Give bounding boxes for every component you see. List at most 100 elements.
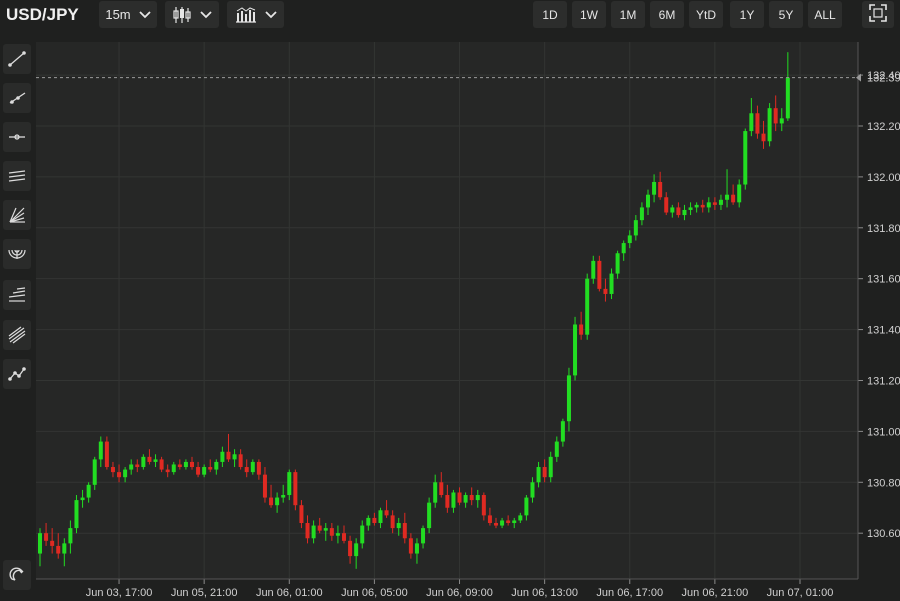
candle-body: [573, 324, 578, 376]
candle-body: [323, 528, 328, 531]
candle-body: [700, 204, 705, 208]
candle-body: [664, 197, 669, 213]
candle-body: [518, 515, 523, 521]
candle-body: [68, 528, 73, 544]
y-tick-label: 131.20: [867, 375, 900, 387]
candle-body: [779, 118, 784, 124]
x-tick-label: Jun 03, 17:00: [86, 587, 153, 599]
candle-body: [500, 520, 505, 526]
candle-body: [311, 525, 316, 539]
candle-body: [220, 451, 225, 462]
candle-body: [652, 181, 657, 195]
candle-body: [56, 545, 61, 554]
candle-body: [633, 220, 638, 236]
candle-body: [183, 461, 188, 468]
symbol-title: USD/JPY: [6, 5, 79, 24]
candle-body: [402, 523, 407, 539]
x-tick-label: Jun 05, 21:00: [171, 587, 238, 599]
candle-body: [190, 461, 194, 468]
candle-body: [98, 441, 103, 460]
y-tick-label: 131.00: [867, 426, 900, 438]
candle-body: [214, 461, 219, 470]
candle-body: [135, 464, 140, 468]
chevron-down-icon: [264, 10, 277, 19]
candle-body: [196, 467, 201, 475]
candle-body: [445, 495, 450, 508]
candle-body: [761, 133, 766, 142]
range-button-5y[interactable]: 5Y: [769, 1, 803, 28]
x-tick-label: Jun 06, 09:00: [426, 587, 493, 599]
candle-body: [62, 543, 67, 554]
pitchfork-tool[interactable]: [3, 320, 31, 350]
y-tick-label: 132.20: [867, 121, 900, 133]
range-button-6m[interactable]: 6M: [650, 1, 684, 28]
drawing-tools-sidebar: [0, 34, 36, 601]
candle-body: [281, 495, 286, 498]
candle-body: [676, 207, 681, 216]
candle-body: [767, 108, 772, 142]
chart-type-dropdown[interactable]: [165, 1, 219, 28]
price-chart[interactable]: 130.60 130.80 131.00 131.20 131.40 131.60 131.…: [36, 42, 900, 601]
ray-tool[interactable]: [3, 83, 31, 113]
candle-body: [44, 533, 49, 541]
candle-body: [269, 497, 274, 506]
range-button-ytd[interactable]: YtD: [689, 1, 723, 28]
candle-body: [585, 278, 590, 335]
candle-body: [141, 456, 146, 468]
candle-body: [469, 495, 474, 501]
path-icon: [7, 364, 27, 384]
candle-body: [372, 517, 377, 524]
horizontal-line-tool[interactable]: [3, 122, 31, 152]
candle: [767, 103, 772, 147]
top-toolbar: USD/JPY 15m 1D 1W 1M 6M YtD 1Y 5Y ALL: [0, 0, 900, 34]
x-tick-label: Jun 06, 01:00: [256, 587, 323, 599]
ray-icon: [7, 88, 27, 108]
indicators-dropdown[interactable]: [227, 1, 284, 28]
range-button-1y[interactable]: 1Y: [730, 1, 764, 28]
parallel-channel-tool[interactable]: [3, 161, 31, 191]
fib-retracement-tool[interactable]: [3, 280, 31, 310]
path-tool[interactable]: [3, 359, 31, 389]
parallel-channel-icon: [7, 166, 27, 186]
y-tick-label: 130.80: [867, 477, 900, 489]
trend-line-tool[interactable]: [3, 44, 31, 74]
candle-body: [317, 525, 322, 531]
candle: [597, 255, 602, 292]
candle-body: [408, 538, 413, 554]
candle-body: [104, 441, 109, 468]
candle-body: [335, 533, 340, 536]
candle-body: [743, 131, 748, 185]
candle: [743, 128, 748, 190]
indicators-icon: [235, 6, 257, 23]
interval-dropdown[interactable]: 15m: [99, 1, 157, 28]
y-tick-label: 131.60: [867, 274, 900, 286]
candle-body: [737, 184, 742, 203]
candle-body: [129, 464, 134, 470]
candle-body: [615, 253, 620, 274]
horizontal-line-icon: [7, 127, 27, 147]
candle: [74, 495, 79, 534]
range-button-all[interactable]: ALL: [808, 1, 842, 28]
candle-body: [159, 459, 164, 470]
candle-body: [232, 454, 237, 460]
candle-body: [718, 199, 723, 205]
candle-body: [439, 482, 444, 496]
arc-tool[interactable]: [3, 239, 31, 269]
candle-body: [712, 202, 717, 205]
chevron-down-icon: [139, 10, 151, 19]
candle-body: [621, 243, 626, 254]
candle-body: [262, 474, 267, 498]
last-price-label: 132.39: [867, 73, 900, 85]
magnet-tool[interactable]: [3, 560, 31, 590]
candle-body: [354, 543, 359, 557]
candle-body: [202, 467, 207, 475]
fullscreen-button[interactable]: [862, 1, 894, 28]
fan-tool[interactable]: [3, 200, 31, 230]
candle-body: [670, 207, 675, 213]
range-button-1w[interactable]: 1W: [572, 1, 606, 28]
y-tick-label: 130.60: [867, 528, 900, 540]
x-tick-label: Jun 06, 21:00: [682, 587, 749, 599]
range-button-1m[interactable]: 1M: [611, 1, 645, 28]
range-button-1d[interactable]: 1D: [533, 1, 567, 28]
candle: [293, 469, 298, 511]
